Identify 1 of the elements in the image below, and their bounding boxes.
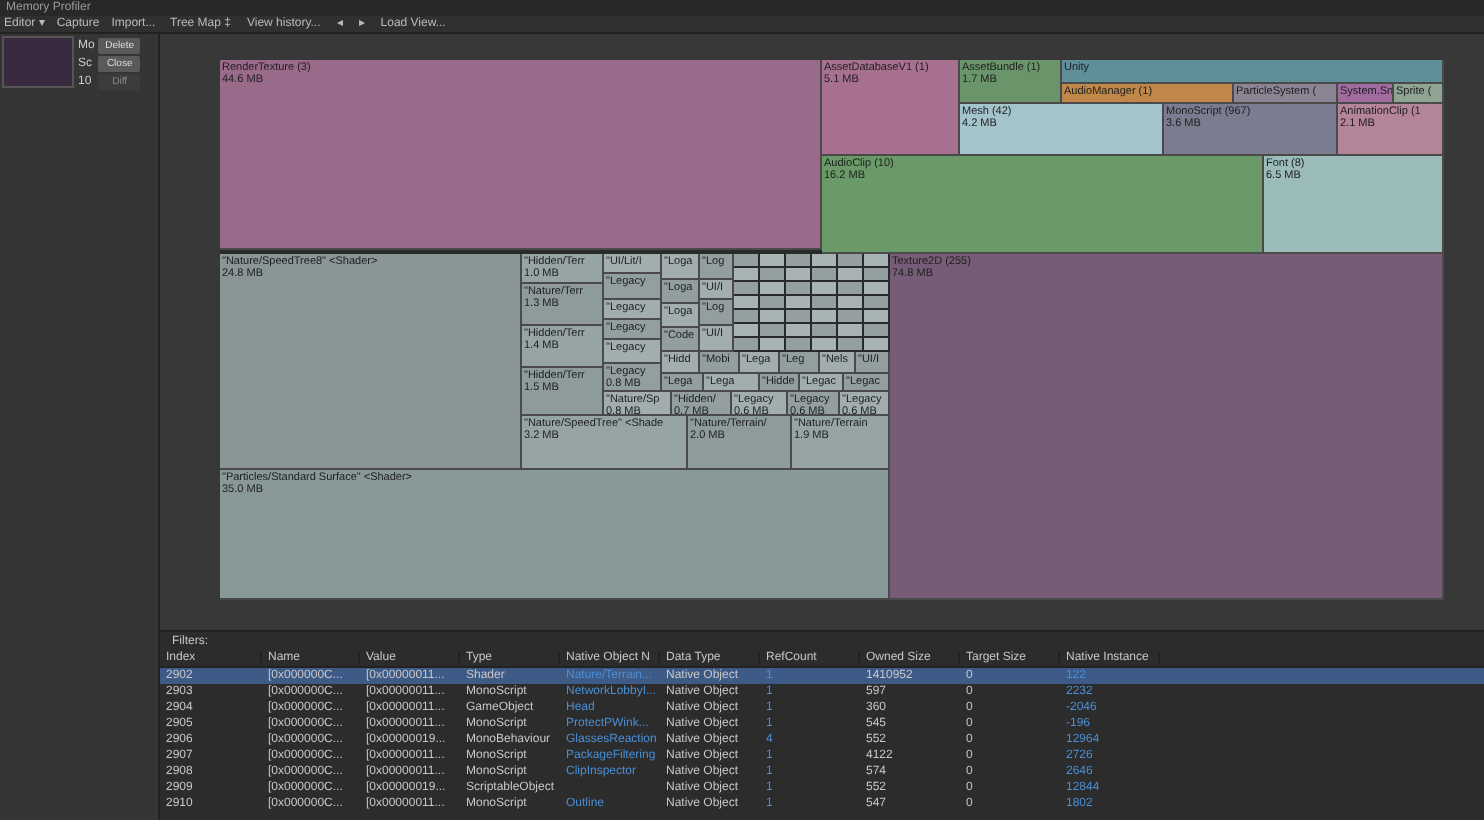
photo-placeholder[interactable] [2, 36, 74, 88]
